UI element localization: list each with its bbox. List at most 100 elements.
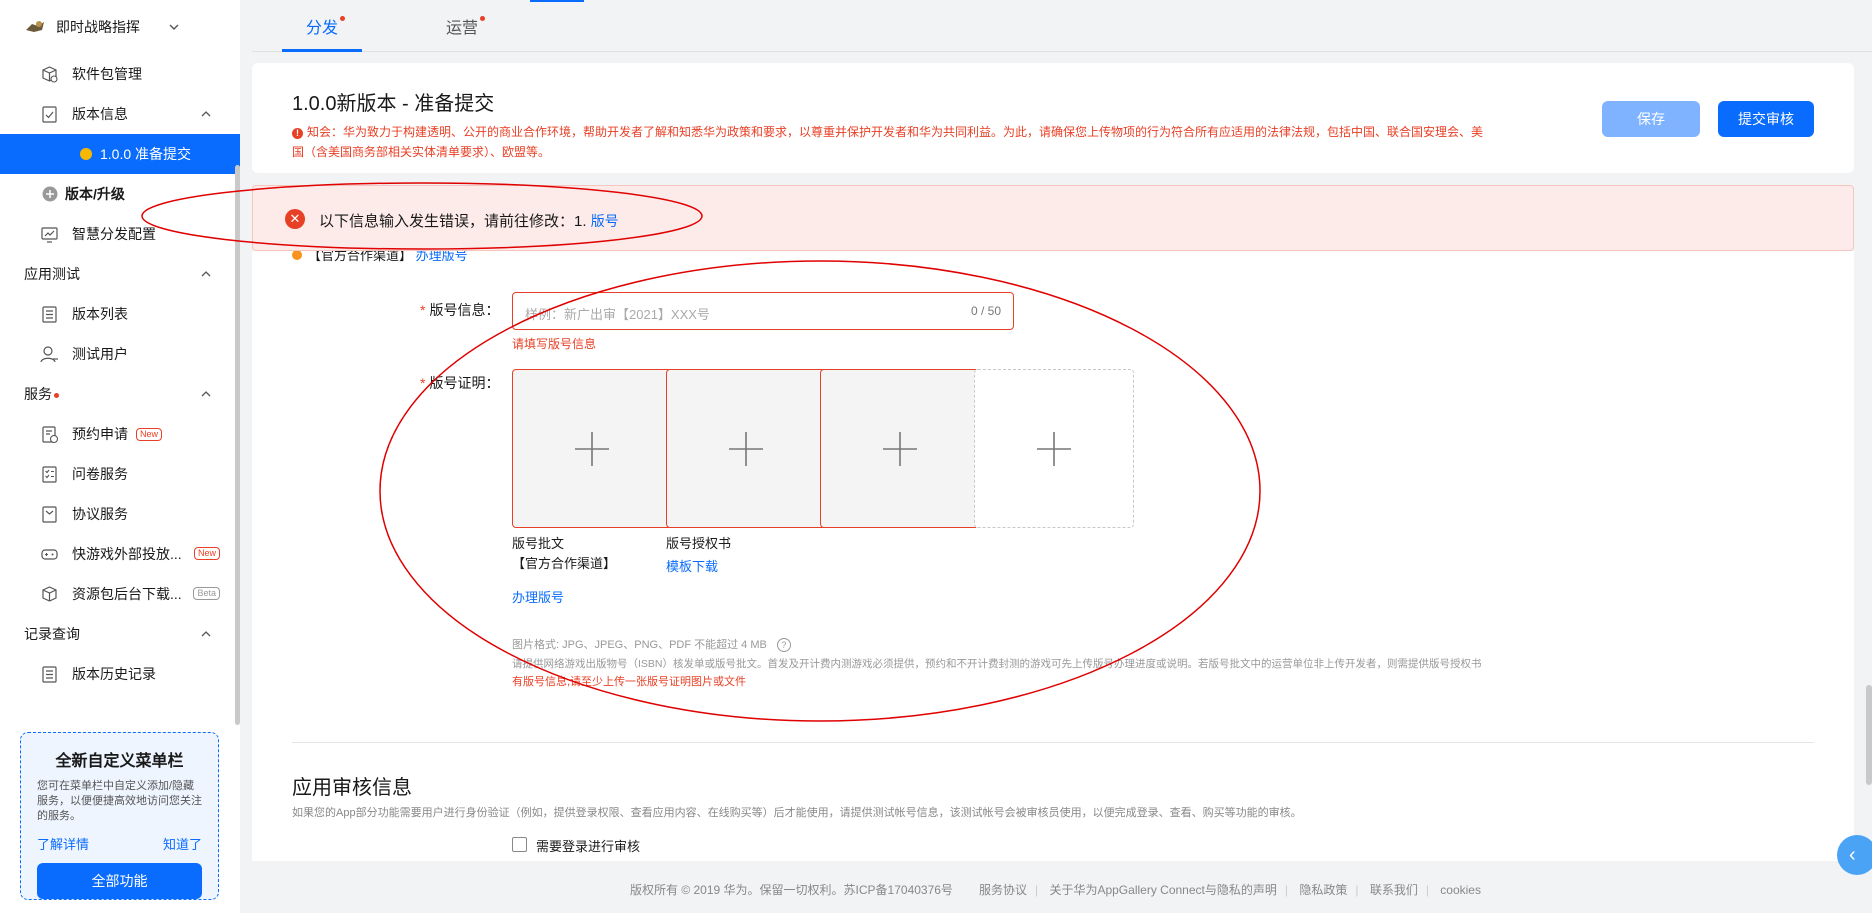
user-icon (40, 345, 58, 362)
upload-slot-add[interactable] (974, 369, 1134, 528)
section-label: 记录查询 (24, 626, 80, 642)
error-field-link[interactable]: 版号 (591, 213, 619, 229)
review-info-title: 应用审核信息 (292, 777, 412, 799)
version-header: 1.0.0新版本 - 准备提交 ! 知会：华为致力于构建透明、公开的商业合作环境，… (252, 63, 1854, 173)
sidebar-item-label: 协议服务 (72, 506, 128, 522)
apply-license-link[interactable]: 办理版号 (416, 251, 468, 263)
all-features-button[interactable]: 全部功能 (37, 863, 202, 899)
save-button[interactable]: 保存 (1602, 101, 1700, 137)
sidebar-item-label: 软件包管理 (72, 66, 142, 82)
alert-icon: ! (292, 128, 303, 139)
plus-icon (575, 432, 609, 466)
agreement-icon (42, 505, 57, 523)
apply-license-link[interactable]: 办理版号 (512, 587, 564, 606)
sidebar-item-survey[interactable]: 问卷服务 (0, 454, 240, 494)
chevron-up-icon[interactable] (200, 628, 212, 640)
channel-note: 【官方合作渠道】 办理版号 (292, 251, 468, 264)
sidebar-item-version-upgrade[interactable]: 版本/升级 (0, 174, 240, 214)
channel-text: 【官方合作渠道】 (308, 251, 413, 263)
app-name: 即时战略指挥 (56, 19, 140, 35)
footer-link-privacy-statement[interactable]: 关于华为AppGallery Connect与隐私的声明 (1049, 883, 1276, 897)
license-info-input[interactable]: 样例：新广出审【2021】XXX号 0 / 50 (512, 292, 1014, 330)
notification-dot (340, 16, 346, 21)
got-it-link[interactable]: 知道了 (163, 834, 202, 853)
app-logo-icon (26, 21, 44, 32)
section-label: 服务 (24, 386, 52, 402)
learn-more-link[interactable]: 了解详情 (37, 834, 89, 853)
active-tab-indicator (282, 49, 362, 52)
chevron-up-icon[interactable] (200, 388, 212, 400)
sidebar-item-agreement[interactable]: 协议服务 (0, 494, 240, 534)
chevron-down-icon[interactable] (168, 21, 180, 33)
license-form: 【官方合作渠道】 办理版号 * 版号信息： 样例：新广出审【2021】XXX号 0… (252, 251, 1854, 861)
collapse-panel-button[interactable]: ‹ (1837, 835, 1872, 875)
warning-dot-icon (292, 251, 302, 260)
sidebar-item-label: 快游戏外部投放... (72, 546, 182, 562)
sidebar-scrollbar[interactable] (235, 165, 240, 725)
section-label: 应用测试 (24, 266, 80, 282)
footer: 版权所有 © 2019 华为。保留一切权利。苏ICP备17040376号 服务协… (630, 883, 1481, 897)
upload-slot-approval[interactable] (512, 369, 672, 528)
plus-icon (1037, 432, 1071, 466)
authorization-caption: 版号授权书 (666, 536, 732, 551)
sidebar-item-reservation[interactable]: 预约申请 New (0, 414, 240, 454)
sidebar-item-label: 版本历史记录 (72, 666, 156, 682)
input-placeholder: 样例：新广出审【2021】XXX号 (525, 307, 710, 322)
survey-icon (42, 465, 57, 483)
chevron-up-icon[interactable] (200, 108, 212, 120)
sidebar-item-quickgame[interactable]: 快游戏外部投放... New (0, 534, 240, 574)
login-review-label: 需要登录进行审核 (536, 839, 641, 854)
package-icon (42, 65, 58, 83)
new-badge: New (136, 427, 163, 441)
sidebar-section-services[interactable]: 服务 (0, 374, 240, 414)
sidebar-item-label: 版本/升级 (65, 186, 125, 202)
app-switcher[interactable]: 即时战略指挥 (0, 0, 240, 54)
section-divider (292, 742, 1814, 743)
sidebar-item-version-info[interactable]: 版本信息 (0, 94, 240, 134)
promo-text: 您可在菜单栏中自定义添加/隐藏服务，以便便捷高效地访问您关注的服务。 (37, 780, 202, 822)
tab-distribution[interactable]: 分发 (306, 14, 346, 38)
compliance-notice: ! 知会：华为致力于构建透明、公开的商业合作环境，帮助开发者了解和知悉华为政策和要… (292, 122, 1492, 162)
footer-link-terms[interactable]: 服务协议 (979, 883, 1027, 897)
detail-hint: 请提供网络游戏出版物号（ISBN）核发单或版号批文。首发及开计费内测游戏必须提供… (512, 658, 1482, 670)
reservation-icon (42, 425, 59, 443)
sidebar-item-package-mgmt[interactable]: 软件包管理 (0, 54, 240, 94)
footer-link-cookies[interactable]: cookies (1440, 883, 1481, 897)
sidebar-item-smart-dist[interactable]: 智慧分发配置 (0, 214, 240, 254)
upload-slot-authorization[interactable] (666, 369, 826, 528)
sidebar-item-label: 测试用户 (72, 346, 128, 362)
package-download-icon (42, 585, 57, 602)
version-doc-icon (42, 105, 57, 123)
footer-link-contact[interactable]: 联系我们 (1370, 883, 1418, 897)
proof-error: 有版号信息,请至少上传一张版号证明图片或文件 (512, 676, 747, 688)
new-badge: New (193, 547, 220, 560)
upload-slot-3[interactable] (820, 369, 980, 528)
approval-channel-caption: 【官方合作渠道】 (512, 556, 617, 571)
sidebar-item-test-users[interactable]: 测试用户 (0, 334, 240, 374)
license-info-error: 请填写版号信息 (512, 337, 597, 351)
notification-dot (54, 392, 59, 398)
chevron-up-icon[interactable] (200, 268, 212, 280)
help-icon[interactable]: ? (776, 638, 791, 652)
template-download-link[interactable]: 模板下载 (666, 556, 718, 575)
tab-operations[interactable]: 运营 (446, 14, 486, 38)
error-message: 以下信息输入发生错误，请前往修改：1. 版号 (319, 210, 619, 231)
page-scrollbar[interactable] (1866, 685, 1872, 785)
sidebar-item-resource[interactable]: 资源包后台下载... Beta (0, 574, 240, 614)
sidebar-section-app-test[interactable]: 应用测试 (0, 254, 240, 294)
sidebar-item-version-history[interactable]: 版本历史记录 (0, 654, 240, 694)
promo-title: 全新自定义菜单栏 (55, 753, 184, 770)
top-tabs: 分发 运营 (252, 0, 1872, 52)
notice-text: 知会：华为致力于构建透明、公开的商业合作环境，帮助开发者了解和知悉华为政策和要求… (292, 125, 1484, 159)
list-icon (42, 305, 57, 323)
sidebar-item-label: 智慧分发配置 (72, 226, 156, 242)
login-review-checkbox[interactable] (512, 837, 527, 852)
history-list-icon (42, 665, 57, 683)
submit-review-button[interactable]: 提交审核 (1718, 101, 1814, 137)
plus-icon (883, 432, 917, 466)
approval-caption: 版号批文 (512, 536, 565, 551)
sidebar-section-records[interactable]: 记录查询 (0, 614, 240, 654)
sidebar-item-version-list[interactable]: 版本列表 (0, 294, 240, 334)
footer-link-privacy-policy[interactable]: 隐私政策 (1299, 883, 1347, 897)
sidebar-item-version-active[interactable]: 1.0.0 准备提交 (0, 134, 240, 174)
